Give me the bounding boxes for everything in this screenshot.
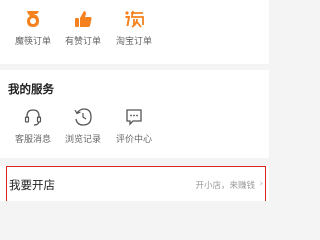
review-center-label: 评价中心	[115, 135, 152, 145]
comment-icon	[126, 109, 142, 126]
services-title: 我的服务	[8, 82, 54, 96]
order-shortcuts-card: 魔筷订单 有赞订单 淘宝订单	[0, 0, 269, 64]
mokuai-orders-label: 魔筷订单	[14, 37, 51, 47]
taobao-logo-icon	[125, 10, 144, 28]
youzan-orders-label: 有赞订单	[64, 37, 101, 47]
my-services-card: 我的服务 客服消息 浏览记录 评价中心	[0, 70, 269, 158]
browse-history-label: 浏览记录	[64, 135, 101, 145]
customer-service-label: 客服消息	[14, 135, 51, 145]
customer-service-button[interactable]: 客服消息	[5, 106, 61, 145]
mokuai-logo-icon	[27, 11, 39, 27]
open-shop-card: 我要开店 开小店，来赚钱 ›	[0, 166, 269, 201]
taobao-orders-button[interactable]: 淘宝订单	[106, 8, 162, 47]
youzan-orders-button[interactable]: 有赞订单	[55, 8, 111, 47]
youzan-thumbs-up-icon	[75, 11, 92, 27]
browse-history-button[interactable]: 浏览记录	[55, 106, 111, 145]
chevron-right-icon: ›	[259, 179, 263, 189]
open-shop-subtitle: 开小店，来赚钱	[195, 181, 255, 191]
review-center-button[interactable]: 评价中心	[106, 106, 162, 145]
history-icon	[74, 108, 92, 126]
mokuai-orders-button[interactable]: 魔筷订单	[5, 8, 61, 47]
open-shop-title: 我要开店	[9, 178, 55, 192]
headset-icon	[24, 109, 42, 126]
taobao-orders-label: 淘宝订单	[115, 37, 152, 47]
open-shop-row[interactable]: 我要开店 开小店，来赚钱 ›	[6, 166, 266, 201]
